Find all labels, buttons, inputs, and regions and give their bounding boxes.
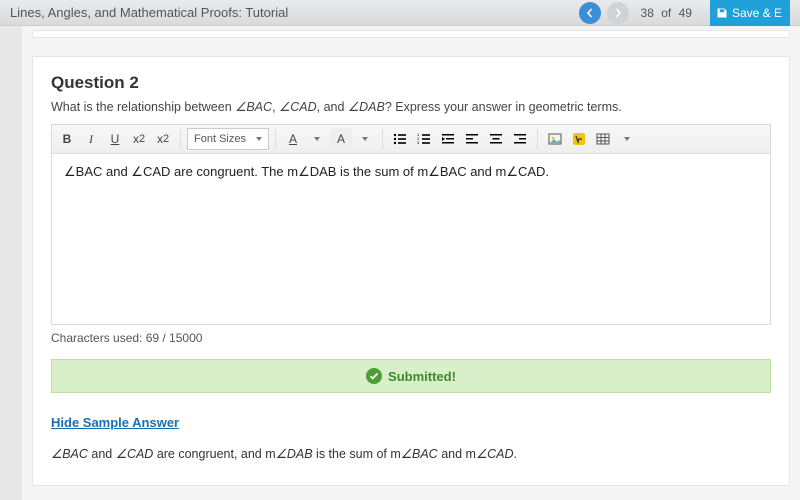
table-icon [596,132,610,146]
sup-exp: 2 [139,134,145,144]
submitted-banner: Submitted! [51,359,771,393]
question-prompt: What is the relationship between ∠BAC, ∠… [51,99,771,114]
save-exit-button[interactable]: Save & E [710,0,790,26]
previous-card-edge [32,30,790,38]
align-left-icon [465,132,479,146]
chevron-down-icon [362,137,368,141]
chevron-down-icon [256,137,262,141]
toolbar-separator [382,129,383,149]
content-shell: Question 2 What is the relationship betw… [22,26,800,500]
sample-t2: are congruent, and m [153,447,275,461]
page-total: 49 [679,6,692,20]
prompt-sep1: , [272,100,279,114]
bold-button[interactable]: B [56,128,78,150]
bullet-list-icon [393,132,407,146]
prompt-pre: What is the relationship between [51,100,235,114]
sample-angle-3: ∠DAB [276,447,313,461]
bold-label: B [63,132,72,146]
chevron-down-icon [624,137,630,141]
top-bar: Lines, Angles, and Mathematical Proofs: … [0,0,800,26]
page-nav: 38 of 49 Save & E [579,0,790,26]
chevron-down-icon [314,137,320,141]
rich-text-editor: B I U x2 x2 Font Sizes A A [51,124,771,325]
align-center-button[interactable] [485,128,507,150]
sample-angle-2: ∠CAD [116,447,154,461]
sample-angle-4: ∠BAC [401,447,438,461]
svg-text:3: 3 [417,140,420,145]
highlight-dropdown[interactable] [354,128,376,150]
page-current: 38 [641,6,654,20]
sample-angle-1: ∠BAC [51,447,88,461]
save-label: Save & E [732,6,782,20]
numbered-list-button[interactable]: 123 [413,128,435,150]
editor-textarea[interactable]: ∠BAC and ∠CAD are congruent. The m∠DAB i… [52,154,770,324]
equation-button[interactable] [568,128,590,150]
indent-icon [441,132,455,146]
align-right-button[interactable] [509,128,531,150]
highlight-label: A [337,132,345,146]
editor-content: ∠BAC and ∠CAD are congruent. The m∠DAB i… [64,164,549,179]
numbered-list-icon: 123 [417,132,431,146]
question-card: Question 2 What is the relationship betw… [32,56,790,486]
question-heading: Question 2 [51,73,771,93]
toggle-sample-answer-link[interactable]: Hide Sample Answer [51,415,179,430]
superscript-button[interactable]: x2 [128,128,150,150]
toolbar-separator [180,129,181,149]
sample-angle-5: ∠CAD [476,447,514,461]
subscript-button[interactable]: x2 [152,128,174,150]
character-counter: Characters used: 69 / 15000 [51,331,771,345]
submitted-label: Submitted! [388,369,456,384]
editor-toolbar: B I U x2 x2 Font Sizes A A [52,125,770,154]
underline-button[interactable]: U [104,128,126,150]
page-title: Lines, Angles, and Mathematical Proofs: … [10,5,579,20]
table-button[interactable] [592,128,614,150]
angle-3: ∠DAB [348,100,385,114]
text-color-button[interactable]: A [282,128,304,150]
align-left-button[interactable] [461,128,483,150]
table-dropdown[interactable] [616,128,638,150]
highlight-button[interactable]: A [330,128,352,150]
indent-button[interactable] [437,128,459,150]
prev-page-button[interactable] [579,2,601,24]
next-page-button[interactable] [607,2,629,24]
sample-t1: and [88,447,116,461]
angle-1: ∠BAC [235,100,272,114]
toolbar-separator [537,129,538,149]
bullet-list-button[interactable] [389,128,411,150]
italic-button[interactable]: I [80,128,102,150]
align-center-icon [489,132,503,146]
sample-t5: . [514,447,517,461]
italic-label: I [89,132,93,147]
prompt-sep2: , and [317,100,348,114]
align-right-icon [513,132,527,146]
angle-2: ∠CAD [279,100,317,114]
image-icon [548,132,562,146]
image-button[interactable] [544,128,566,150]
page-indicator: 38 of 49 [641,6,692,20]
text-color-dropdown[interactable] [306,128,328,150]
sample-t3: is the sum of m [313,447,401,461]
font-size-select[interactable]: Font Sizes [187,128,269,150]
check-circle-icon [366,368,382,384]
page-sep: of [661,6,671,20]
sample-answer: ∠BAC and ∠CAD are congruent, and m∠DAB i… [51,446,771,461]
sample-t4: and m [438,447,476,461]
save-icon [716,7,728,19]
prompt-post: ? Express your answer in geometric terms… [385,100,622,114]
sub-exp: 2 [163,134,169,144]
text-color-label: A [289,132,297,146]
toolbar-separator [275,129,276,149]
font-size-label: Font Sizes [194,133,246,145]
equation-icon [572,132,586,146]
underline-label: U [111,132,120,146]
